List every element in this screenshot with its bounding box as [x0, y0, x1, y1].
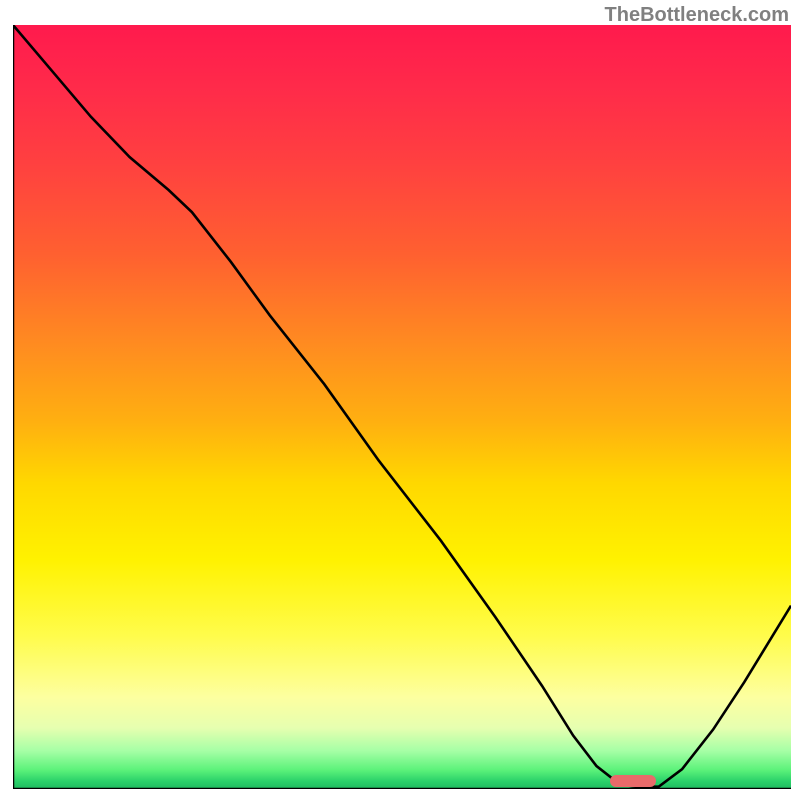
bottleneck-chart: TheBottleneck.com [0, 0, 800, 800]
attribution-watermark: TheBottleneck.com [605, 4, 789, 27]
optimal-range-marker [610, 775, 656, 787]
gradient-background [13, 25, 791, 789]
